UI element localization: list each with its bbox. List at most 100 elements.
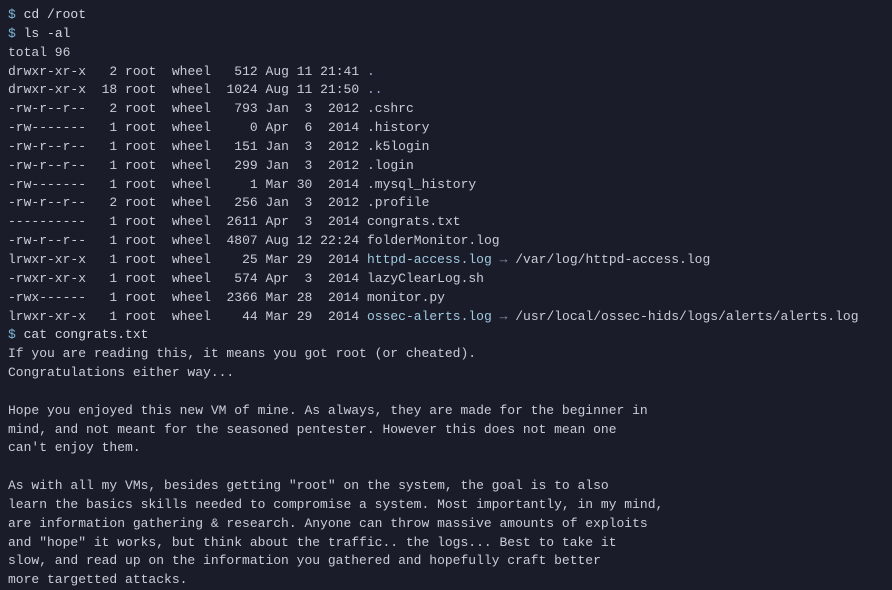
group: wheel	[172, 233, 211, 248]
permissions: -rw-r--r--	[8, 158, 86, 173]
file-row: -rw-r--r-- 1 root wheel 299 Jan 3 2012 .…	[8, 157, 884, 176]
command-text: ls -al	[24, 26, 71, 41]
date: Aug 11 21:41	[266, 64, 360, 79]
owner: root	[125, 195, 156, 210]
output-line: are information gathering & research. An…	[8, 515, 884, 534]
owner: root	[125, 177, 156, 192]
link-count: 1	[102, 214, 118, 229]
group: wheel	[172, 177, 211, 192]
link-count: 1	[102, 139, 118, 154]
owner: root	[125, 214, 156, 229]
group: wheel	[172, 214, 211, 229]
prompt-symbol: $	[8, 7, 16, 22]
owner: root	[125, 64, 156, 79]
owner: root	[125, 233, 156, 248]
prompt-symbol: $	[8, 26, 16, 41]
group: wheel	[172, 82, 211, 97]
size: 1	[227, 177, 258, 192]
prompt-symbol: $	[8, 327, 16, 342]
link-count: 1	[102, 290, 118, 305]
permissions: -rwx------	[8, 290, 86, 305]
link-count: 1	[102, 271, 118, 286]
owner: root	[125, 158, 156, 173]
terminal-output[interactable]: $ cd /root $ ls -al total 96 drwxr-xr-x …	[8, 6, 884, 590]
file-row: lrwxr-xr-x 1 root wheel 44 Mar 29 2014 o…	[8, 308, 884, 327]
link-count: 1	[102, 309, 118, 324]
group: wheel	[172, 158, 211, 173]
file-listing: drwxr-xr-x 2 root wheel 512 Aug 11 21:41…	[8, 63, 884, 327]
size: 1024	[227, 82, 258, 97]
size: 4807	[227, 233, 258, 248]
group: wheel	[172, 252, 211, 267]
file-row: -rw-r--r-- 1 root wheel 151 Jan 3 2012 .…	[8, 138, 884, 157]
file-row: -rwxr-xr-x 1 root wheel 574 Apr 3 2014 l…	[8, 270, 884, 289]
command-text: cat congrats.txt	[24, 327, 149, 342]
size: 793	[227, 101, 258, 116]
permissions: -rwxr-xr-x	[8, 271, 86, 286]
permissions: -rw-r--r--	[8, 195, 86, 210]
group: wheel	[172, 120, 211, 135]
file-name: .mysql_history	[367, 177, 476, 192]
link-target: /var/log/httpd-access.log	[515, 252, 710, 267]
size: 2366	[227, 290, 258, 305]
size: 25	[227, 252, 258, 267]
command-line: $ cd /root	[8, 6, 884, 25]
output-line: If you are reading this, it means you go…	[8, 345, 884, 364]
ls-total: total 96	[8, 44, 884, 63]
permissions: lrwxr-xr-x	[8, 252, 86, 267]
output-line: As with all my VMs, besides getting "roo…	[8, 477, 884, 496]
date: Apr 6 2014	[266, 120, 360, 135]
date: Jan 3 2012	[266, 101, 360, 116]
link-count: 2	[102, 64, 118, 79]
date: Aug 12 22:24	[266, 233, 360, 248]
file-name: folderMonitor.log	[367, 233, 500, 248]
permissions: -rw-r--r--	[8, 139, 86, 154]
date: Apr 3 2014	[266, 271, 360, 286]
file-row: -rw-r--r-- 2 root wheel 256 Jan 3 2012 .…	[8, 194, 884, 213]
file-row: -rw-r--r-- 1 root wheel 4807 Aug 12 22:2…	[8, 232, 884, 251]
output-line: Congratulations either way...	[8, 364, 884, 383]
file-name: .k5login	[367, 139, 429, 154]
link-count: 1	[102, 120, 118, 135]
permissions: drwxr-xr-x	[8, 82, 86, 97]
output-line: Hope you enjoyed this new VM of mine. As…	[8, 402, 884, 421]
file-row: lrwxr-xr-x 1 root wheel 25 Mar 29 2014 h…	[8, 251, 884, 270]
file-row: ---------- 1 root wheel 2611 Apr 3 2014 …	[8, 213, 884, 232]
owner: root	[125, 82, 156, 97]
file-name: .profile	[367, 195, 429, 210]
owner: root	[125, 309, 156, 324]
link-target: /usr/local/ossec-hids/logs/alerts/alerts…	[515, 309, 858, 324]
permissions: lrwxr-xr-x	[8, 309, 86, 324]
owner: root	[125, 101, 156, 116]
owner: root	[125, 120, 156, 135]
output-line: learn the basics skills needed to compro…	[8, 496, 884, 515]
date: Mar 29 2014	[266, 252, 360, 267]
file-name: .history	[367, 120, 429, 135]
permissions: -rw-------	[8, 120, 86, 135]
file-content: If you are reading this, it means you go…	[8, 345, 884, 590]
arrow-icon: →	[500, 252, 508, 267]
group: wheel	[172, 64, 211, 79]
link-count: 2	[102, 195, 118, 210]
size: 574	[227, 271, 258, 286]
date: Mar 28 2014	[266, 290, 360, 305]
output-line: slow, and read up on the information you…	[8, 552, 884, 571]
date: Aug 11 21:50	[266, 82, 360, 97]
size: 44	[227, 309, 258, 324]
file-row: -rw------- 1 root wheel 0 Apr 6 2014 .hi…	[8, 119, 884, 138]
size: 151	[227, 139, 258, 154]
date: Jan 3 2012	[266, 139, 360, 154]
size: 256	[227, 195, 258, 210]
file-name: monitor.py	[367, 290, 445, 305]
permissions: drwxr-xr-x	[8, 64, 86, 79]
file-row: drwxr-xr-x 18 root wheel 1024 Aug 11 21:…	[8, 81, 884, 100]
file-row: drwxr-xr-x 2 root wheel 512 Aug 11 21:41…	[8, 63, 884, 82]
output-line	[8, 383, 884, 402]
group: wheel	[172, 101, 211, 116]
group: wheel	[172, 271, 211, 286]
file-name: lazyClearLog.sh	[367, 271, 484, 286]
link-count: 1	[102, 233, 118, 248]
permissions: ----------	[8, 214, 86, 229]
permissions: -rw-r--r--	[8, 101, 86, 116]
file-name: congrats.txt	[367, 214, 461, 229]
